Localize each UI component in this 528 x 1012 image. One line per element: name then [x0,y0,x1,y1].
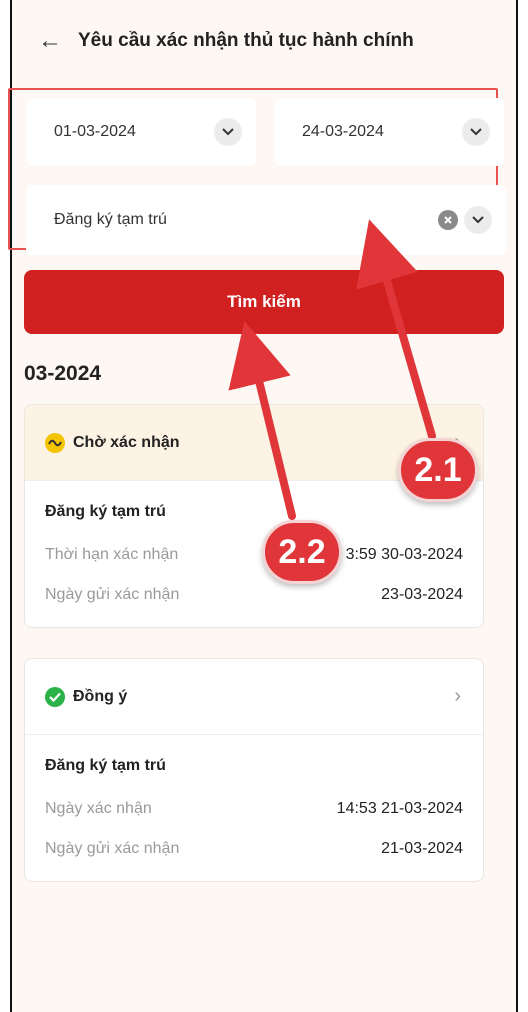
info-row: Ngày gửi xác nhận 23-03-2024 [45,575,463,615]
row-label: Ngày xác nhận [45,800,152,817]
info-row: Thời hạn xác nhận 3:59 30-03-2024 [45,535,463,575]
request-card[interactable]: Đồng ý › Đăng ký tạm trú Ngày xác nhận 1… [24,658,484,882]
arrow-left-icon[interactable]: ← [38,29,62,53]
row-value: 23-03-2024 [381,586,463,603]
row-label: Thời hạn xác nhận [45,546,179,563]
card-header[interactable]: Đồng ý › [25,659,483,735]
header: ← Yêu cầu xác nhận thủ tục hành chính [12,0,516,82]
date-to-value: 24-03-2024 [302,123,384,140]
pending-icon [45,432,65,453]
chevron-down-icon[interactable] [464,206,492,234]
clear-icon[interactable] [438,210,458,230]
procedure-type-value: Đăng ký tạm trú [54,211,167,228]
status-label: Chờ xác nhận [73,433,180,451]
row-value: 14:53 21-03-2024 [336,800,463,817]
page-title: Yêu cầu xác nhận thủ tục hành chính [78,30,414,51]
info-row: Ngày gửi xác nhận 21-03-2024 [45,829,463,869]
date-from-select[interactable]: 01-03-2024 [26,98,256,166]
callout-badge: 2.1 [398,438,478,502]
chevron-down-icon[interactable] [214,118,242,146]
info-row: Ngày xác nhận 14:53 21-03-2024 [45,789,463,829]
month-heading: 03-2024 [24,362,102,385]
date-from-value: 01-03-2024 [54,123,136,140]
search-button[interactable]: Tìm kiếm [24,270,504,334]
row-value: 21-03-2024 [381,840,463,857]
chevron-down-icon[interactable] [462,118,490,146]
procedure-type-select[interactable]: Đăng ký tạm trú [26,185,506,255]
chevron-right-icon[interactable]: › [454,685,461,708]
request-card[interactable]: Chờ xác nhận › Đăng ký tạm trú Thời hạn … [24,404,484,628]
row-label: Ngày gửi xác nhận [45,586,180,603]
procedure-name: Đăng ký tạm trú [45,757,166,774]
check-circle-icon [45,686,65,707]
row-value: 3:59 30-03-2024 [345,546,463,563]
callout-badge: 2.2 [262,520,342,584]
procedure-name: Đăng ký tạm trú [45,503,166,520]
date-to-select[interactable]: 24-03-2024 [274,98,504,166]
row-label: Ngày gửi xác nhận [45,840,180,857]
status-label: Đồng ý [73,687,128,705]
